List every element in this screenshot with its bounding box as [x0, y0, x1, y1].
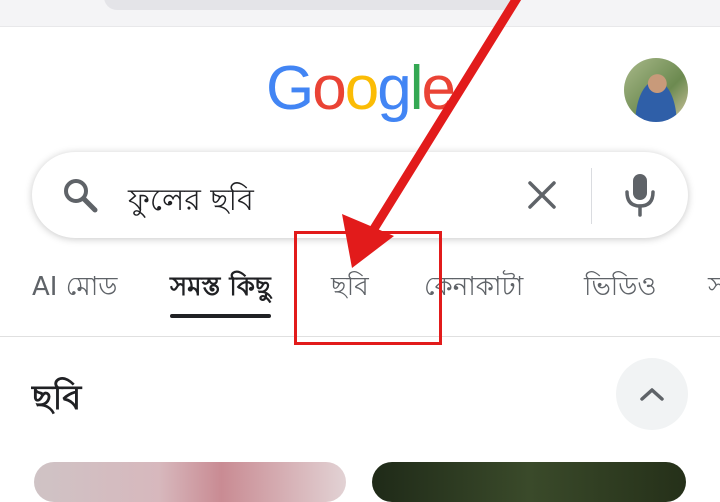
annotation-highlight-box	[294, 231, 442, 345]
